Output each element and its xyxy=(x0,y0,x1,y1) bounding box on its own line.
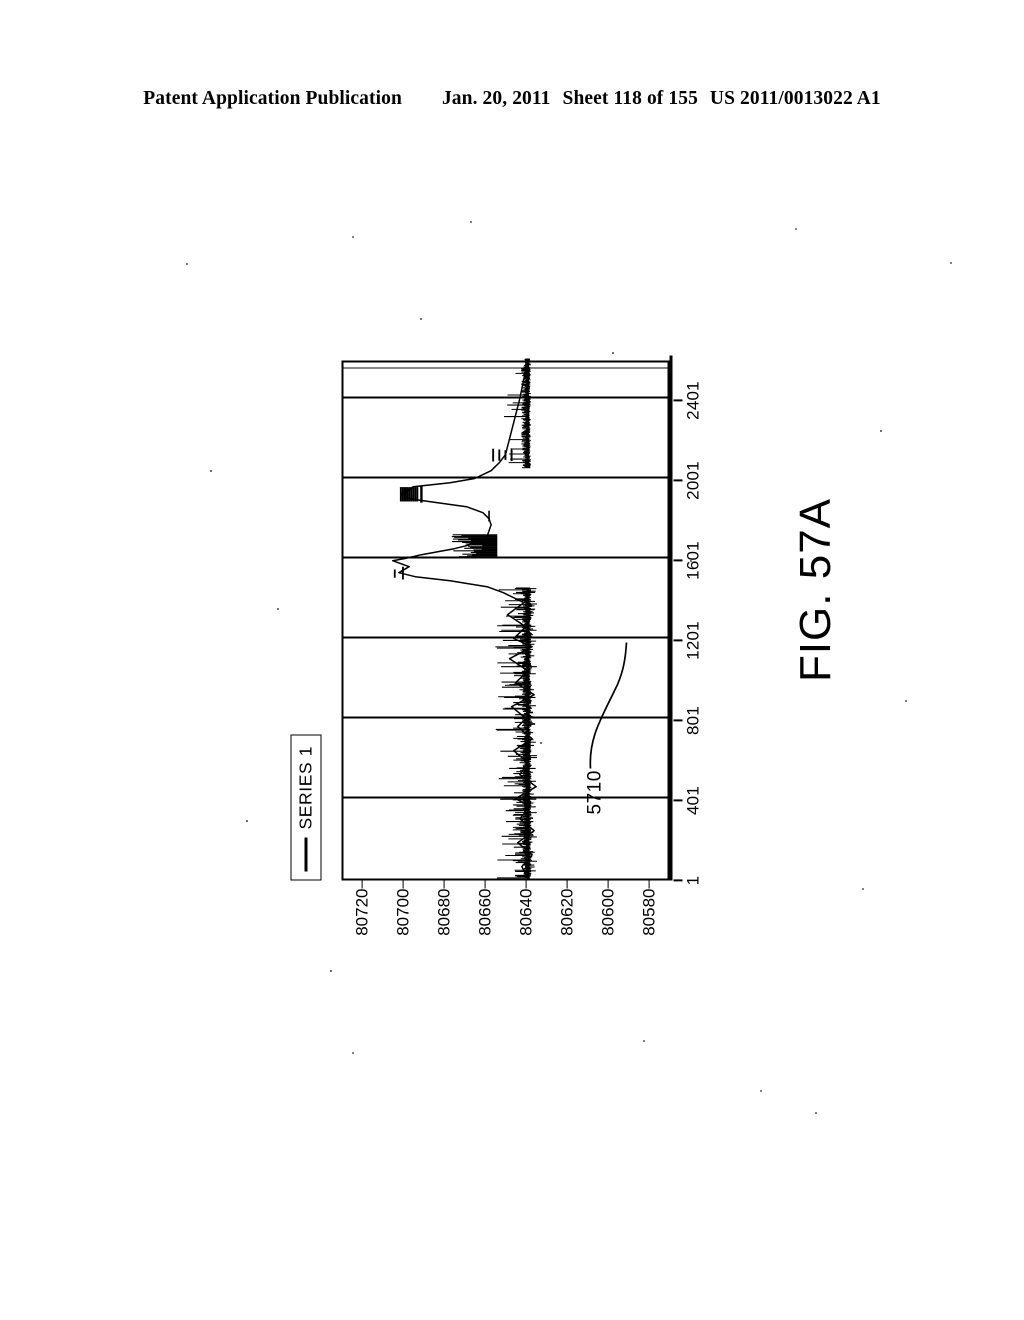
scan-speck xyxy=(277,608,279,610)
legend-line-swatch xyxy=(304,837,308,871)
scan-speck xyxy=(815,1112,817,1114)
x-tickmark-1201 xyxy=(673,639,683,641)
y-tickmark-80600 xyxy=(607,880,609,888)
y-tickmark-80640 xyxy=(525,880,527,888)
header-date: Jan. 20, 2011 xyxy=(441,88,551,109)
header-publication: Patent Application Publication xyxy=(143,88,402,109)
x-tickmark-1 xyxy=(673,879,683,881)
scan-speck xyxy=(420,318,422,320)
plot-area xyxy=(341,358,670,880)
x-tickmark-2001 xyxy=(673,479,683,481)
x-tick-label-2001: 2001 xyxy=(683,460,703,500)
scan-speck xyxy=(905,700,907,702)
y-tickmark-80680 xyxy=(443,880,445,888)
x-tick-label-801: 801 xyxy=(683,705,703,735)
y-tickmark-80580 xyxy=(648,880,650,888)
y-tickmark-80720 xyxy=(361,880,363,888)
scan-speck xyxy=(186,263,189,266)
x-tick-label-2401: 2401 xyxy=(683,380,703,420)
scan-speck xyxy=(352,236,354,238)
x-tick-label-1201: 1201 xyxy=(683,620,703,660)
patent-page: Patent Application Publication Jan. 20, … xyxy=(0,0,1024,1320)
x-axis-ticks: 1 401 801 1201 1601 2001 2401 xyxy=(673,360,714,885)
legend-series-label: SERIES 1 xyxy=(295,745,316,829)
reference-leader-line xyxy=(589,641,628,769)
y-tick-label-80660: 80660 xyxy=(475,888,494,936)
scan-speck xyxy=(330,970,332,972)
x-tick-label-1: 1 xyxy=(683,875,703,885)
scan-speck xyxy=(612,352,614,354)
y-tick-label-80680: 80680 xyxy=(434,888,453,936)
scan-speck xyxy=(950,262,952,264)
y-tick-label-80640: 80640 xyxy=(516,888,535,936)
y-tick-label-80600: 80600 xyxy=(598,888,617,936)
scan-speck xyxy=(643,1040,645,1042)
y-tickmark-80700 xyxy=(402,880,404,888)
scan-speck xyxy=(540,742,542,744)
y-tick-label-80580: 80580 xyxy=(639,888,658,936)
scan-speck xyxy=(690,560,692,562)
y-axis-ticks: 80580 80600 80620 80640 80660 80680 80700 80720 xyxy=(342,880,670,946)
y-tickmark-80660 xyxy=(484,880,486,888)
x-tick-label-1601: 1601 xyxy=(683,540,703,580)
scan-speck xyxy=(760,1090,762,1092)
y-tick-label-80620: 80620 xyxy=(557,888,576,936)
scan-speck xyxy=(880,430,882,432)
header-sheet: Sheet 118 of 155 xyxy=(562,88,698,109)
series-1-trace xyxy=(391,358,538,878)
figure-caption: FIG. 57A xyxy=(791,497,840,683)
scan-speck xyxy=(862,888,865,891)
scan-speck xyxy=(795,228,798,231)
x-tickmark-401 xyxy=(673,799,683,801)
x-axis-line xyxy=(669,355,673,880)
scan-speck xyxy=(210,470,212,472)
scan-speck xyxy=(352,1052,355,1055)
x-tickmark-1601 xyxy=(673,559,683,561)
y-tick-label-80700: 80700 xyxy=(393,888,412,936)
y-tick-label-80720: 80720 xyxy=(352,888,371,936)
reference-numeral-5710: 5710 xyxy=(584,769,606,814)
chart: SERIES 1 80580 80600 80620 80640 80660 80680 8… xyxy=(285,286,740,946)
scan-speck xyxy=(246,820,248,822)
x-tickmark-2401 xyxy=(673,399,683,401)
chart-legend: SERIES 1 xyxy=(290,734,322,880)
y-tickmark-80620 xyxy=(566,880,568,888)
scan-speck xyxy=(470,221,472,223)
figure-chart-rotated: SERIES 1 80580 80600 80620 80640 80660 80680 8… xyxy=(285,286,740,946)
x-tick-label-401: 401 xyxy=(683,785,703,815)
x-tickmark-801 xyxy=(673,719,683,721)
page-header: Patent Application Publication Jan. 20, … xyxy=(0,88,1024,110)
header-patent-number: US 2011/0013022 A1 xyxy=(709,88,881,109)
